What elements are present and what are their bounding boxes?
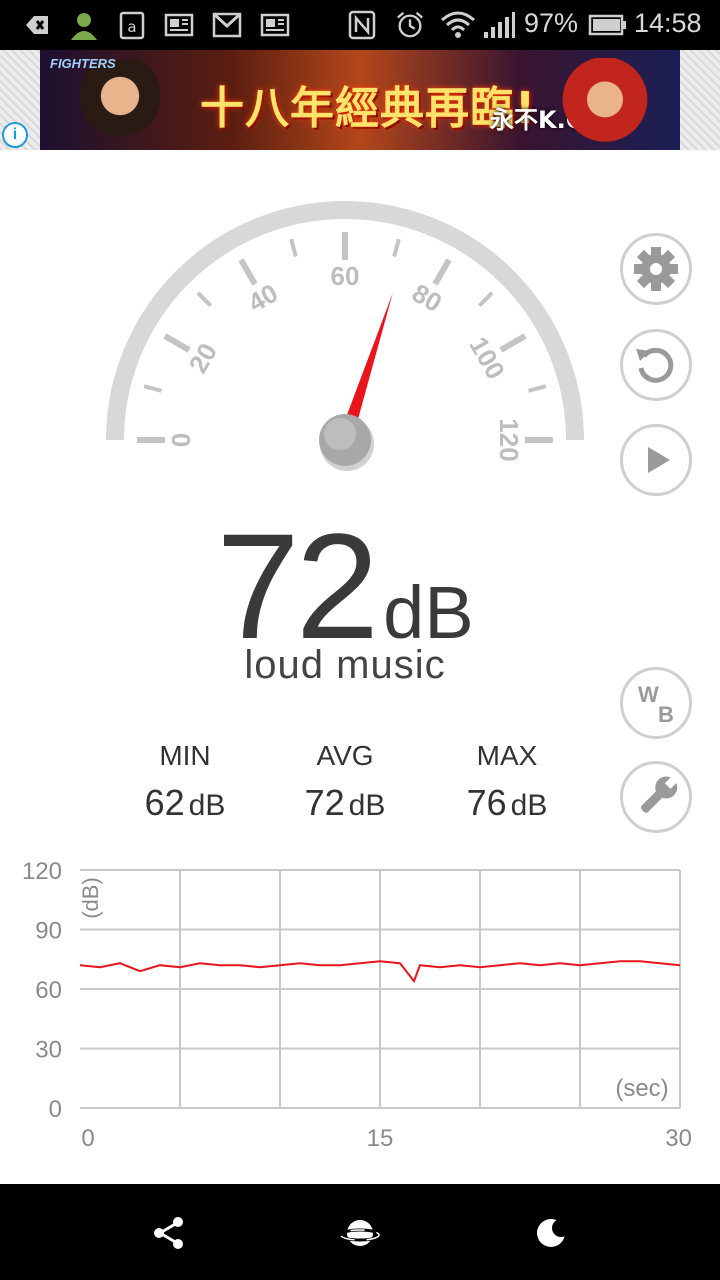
battery-percent: 97% (524, 8, 579, 38)
svg-text:a: a (127, 18, 136, 36)
stat-avg-value-row: 72 dB (260, 782, 430, 824)
news-icon (260, 13, 290, 37)
moon-icon[interactable] (534, 1214, 572, 1252)
chart-y-tick-label: 0 (49, 1096, 62, 1123)
share-icon[interactable] (150, 1214, 188, 1252)
chart-y-tick-label: 30 (35, 1037, 62, 1064)
news-icon (164, 13, 194, 37)
gauge-tick-label: 40 (243, 278, 283, 318)
gauge-tick (392, 238, 401, 257)
gauge-tick-label: 0 (166, 433, 196, 447)
stat-min-label: MIN (159, 740, 211, 771)
stat-min-value-row: 62 dB (100, 782, 270, 824)
chart-grid (80, 869, 681, 1109)
ad-character-left (80, 60, 160, 150)
refresh-icon (636, 347, 674, 383)
readout-description: loud music (244, 643, 446, 687)
chart-y-tick-label: 60 (35, 977, 62, 1004)
stat-min-unit: dB (188, 789, 226, 822)
gauge-tick-label: 20 (183, 338, 223, 378)
gauge-tick-label: 120 (494, 418, 524, 461)
chart-x-tick-label: 0 (81, 1125, 94, 1152)
gmail-icon (212, 12, 242, 38)
chart-x-tick-label: 15 (367, 1125, 394, 1152)
wrench-icon (640, 775, 679, 813)
info-icon[interactable]: i (2, 122, 28, 148)
gauge-tick-label: 80 (407, 278, 447, 318)
chart-y-axis-label: (dB) (78, 877, 103, 919)
chart-x-tick-label: 30 (665, 1125, 692, 1152)
reset-button[interactable] (620, 329, 692, 401)
gauge-tick-label: 100 (463, 332, 511, 385)
wifi-icon (441, 11, 475, 38)
amazon-icon: a (119, 11, 145, 40)
gauge-tick (528, 384, 547, 393)
stat-avg-label: AVG (316, 740, 374, 771)
history-chart: 120 90 60 30 0 0 15 30 (dB) (sec) (22, 858, 692, 1152)
gauge-tick (163, 333, 191, 353)
stat-max-label: MAX (476, 740, 538, 771)
back-arrow-icon (26, 16, 48, 34)
stat-avg-value: 72 (304, 782, 345, 823)
sound-level-gauge: 0 20 40 60 80 100 120 (106, 201, 584, 471)
stat-max-unit: dB (510, 789, 548, 822)
stat-avg: AVG 72 dB (260, 740, 430, 824)
stat-max: MAX 76 dB (422, 740, 592, 824)
readout-unit: dB (383, 571, 474, 654)
chart-y-tick-labels: 120 90 60 30 0 (22, 858, 62, 1123)
weighting-button[interactable]: W B (620, 667, 692, 739)
stat-avg-unit: dB (348, 789, 386, 822)
ad-headline: 十八年經典再臨! (200, 83, 537, 134)
gauge-tick (289, 238, 298, 257)
gauge-tick (238, 258, 258, 286)
stat-min: MIN 62 dB (100, 740, 270, 824)
gauge-tick (477, 291, 494, 308)
ad-character-right (560, 58, 650, 150)
signal-icon (484, 12, 515, 38)
gauge-tick (499, 333, 527, 353)
stat-min-value: 62 (144, 782, 185, 823)
chart-y-tick-label: 90 (35, 918, 62, 945)
stat-max-value: 76 (466, 782, 507, 823)
gear-icon (634, 247, 678, 291)
chart-y-tick-label: 120 (22, 858, 62, 885)
ad-logo: FIGHTERS (50, 56, 116, 71)
status-bar: a 97% 14:58 (0, 0, 720, 50)
planet-icon[interactable] (340, 1214, 380, 1252)
tools-button[interactable] (620, 761, 692, 833)
ad-banner[interactable]: FIGHTERS 十八年經典再臨! 永不K.O. i (0, 50, 720, 150)
gauge-tick-label: 60 (331, 261, 360, 291)
nfc-icon (348, 10, 376, 40)
contact-icon (71, 13, 97, 40)
weighting-w: W (638, 682, 659, 707)
play-button[interactable] (620, 424, 692, 496)
ad-creative[interactable]: FIGHTERS 十八年經典再臨! 永不K.O. (40, 50, 680, 150)
stat-max-value-row: 76 dB (422, 782, 592, 824)
gauge-tick (432, 258, 452, 286)
gauge-tick (143, 384, 162, 393)
play-icon (648, 447, 670, 473)
chart-x-axis-label: (sec) (615, 1075, 668, 1102)
alarm-icon (397, 11, 423, 38)
chart-x-tick-labels: 0 15 30 (81, 1125, 692, 1152)
battery-icon (588, 14, 626, 36)
clock: 14:58 (634, 8, 702, 38)
gauge-hub-highlight (324, 418, 356, 450)
weighting-b: B (658, 702, 674, 727)
settings-button[interactable] (620, 233, 692, 305)
gauge-tick (196, 291, 213, 308)
navigation-bar (0, 1184, 720, 1280)
